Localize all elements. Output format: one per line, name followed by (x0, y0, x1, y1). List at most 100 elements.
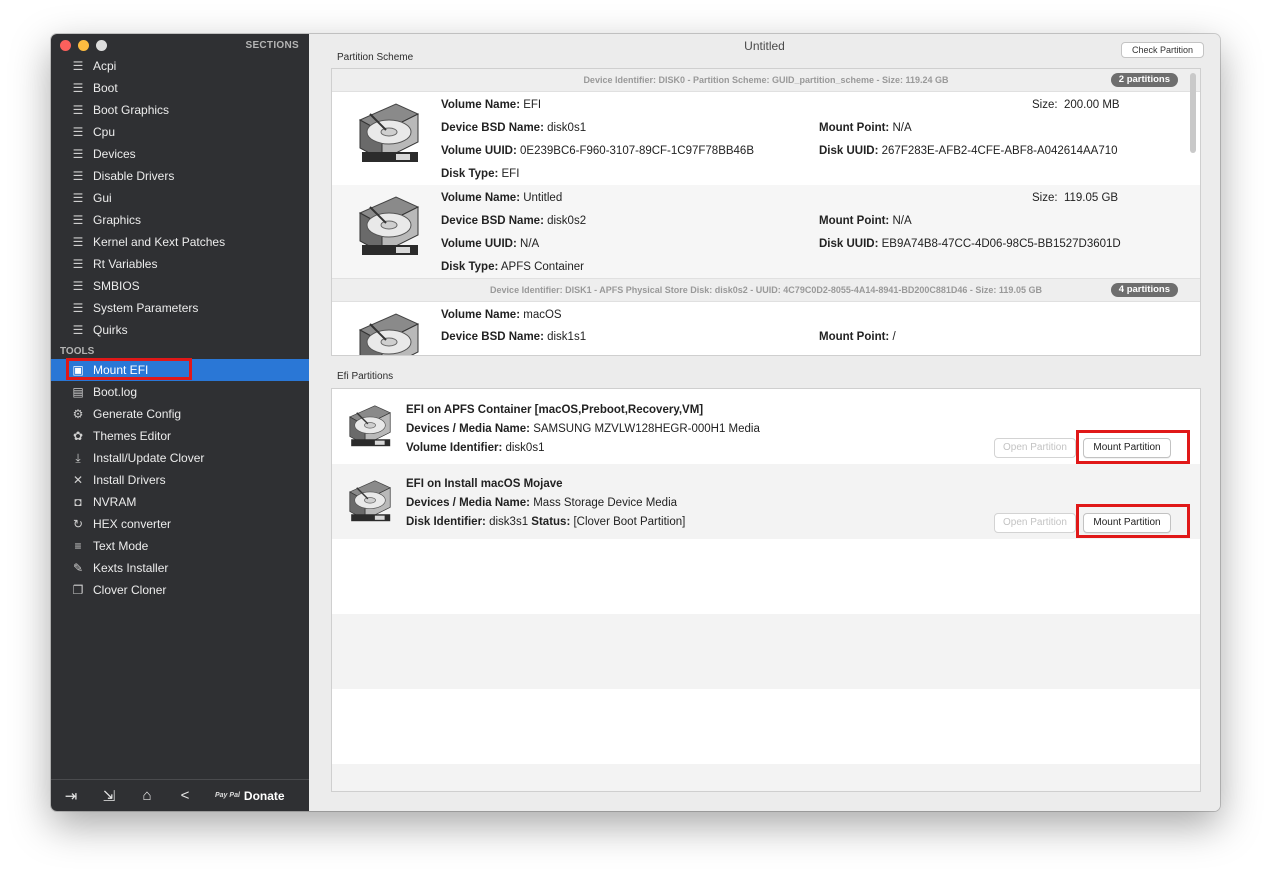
sidebar-item-gui[interactable]: ☰ Gui (51, 187, 309, 209)
sidebar-item-cpu[interactable]: ☰ Cpu (51, 121, 309, 143)
scrollbar[interactable] (1190, 73, 1196, 153)
device-bsd-name: Device BSD Name: disk1s1 (441, 331, 587, 343)
sidebar-item-label: Text Mode (93, 539, 149, 553)
efi-title: EFI on Install macOS Mojave (406, 478, 563, 490)
refresh-icon: ↻ (72, 517, 84, 531)
sidebar-item-boot-graphics[interactable]: ☰ Boot Graphics (51, 99, 309, 121)
volume-name: Volume Name: EFI (441, 99, 542, 111)
sidebar-item-text-mode[interactable]: ≡ Text Mode (51, 535, 309, 557)
check-partition-button[interactable]: Check Partition (1120, 42, 1204, 58)
palette-icon: ✿ (72, 429, 84, 443)
sidebar-item-acpi[interactable]: ☰ Acpi (51, 55, 309, 77)
sidebar-item-label: Install/Update Clover (93, 451, 205, 465)
hard-drive-icon (356, 195, 422, 257)
sidebar-item-kernel-kext-patches[interactable]: ☰ Kernel and Kext Patches (51, 231, 309, 253)
sidebar-item-nvram[interactable]: ◘ NVRAM (51, 491, 309, 513)
hard-drive-icon (356, 102, 422, 164)
sidebar-item-boot[interactable]: ☰ Boot (51, 77, 309, 99)
plugin-icon: ✎ (72, 561, 84, 575)
sidebar-item-smbios[interactable]: ☰ SMBIOS (51, 275, 309, 297)
disk-type: Disk Type: APFS Container (441, 261, 584, 273)
sidebar-item-themes-editor[interactable]: ✿ Themes Editor (51, 425, 309, 447)
sidebar-item-label: Gui (93, 191, 112, 205)
partitions-badge: 4 partitions (1110, 283, 1178, 297)
window-controls (60, 40, 107, 51)
close-window-button[interactable] (60, 40, 71, 51)
sidebar-item-label: Boot Graphics (93, 103, 170, 117)
sidebar-item-generate-config[interactable]: ⚙ Generate Config (51, 403, 309, 425)
list-icon: ☰ (72, 169, 84, 183)
sidebar-item-label: Clover Cloner (93, 583, 167, 597)
sidebar-item-install-drivers[interactable]: ✕ Install Drivers (51, 469, 309, 491)
sidebar-item-boot-log[interactable]: ▤ Boot.log (51, 381, 309, 403)
volume-uuid: Volume UUID: N/A (441, 238, 540, 250)
volume-row[interactable]: Volume Name: Untitled Size: 119.05 GB De… (332, 185, 1200, 278)
efi-partitions-panel: EFI on APFS Container [macOS,Preboot,Rec… (331, 388, 1201, 792)
open-partition-button[interactable]: Open Partition (994, 438, 1076, 458)
efi-partition-row[interactable]: EFI on Install macOS Mojave Devices / Me… (332, 464, 1200, 539)
partition-scheme-panel[interactable]: Device Identifier: DISK0 - Partition Sch… (331, 68, 1201, 356)
sidebar-item-hex-converter[interactable]: ↻ HEX converter (51, 513, 309, 535)
sidebar-item-graphics[interactable]: ☰ Graphics (51, 209, 309, 231)
tools-icon: ✕ (72, 473, 84, 487)
sidebar-item-label: Graphics (93, 213, 142, 227)
empty-row (332, 689, 1200, 764)
log-search-icon: ▤ (72, 385, 84, 399)
volume-name: Volume Name: Untitled (441, 192, 563, 204)
sidebar-list: ☰ Acpi ☰ Boot ☰ Boot Graphics ☰ Cpu ☰ Devices… (51, 55, 309, 601)
mount-point: Mount Point: N/A (819, 215, 912, 227)
sidebar-item-label: Rt Variables (93, 257, 158, 271)
partition-scheme-label: Partition Scheme (337, 52, 414, 63)
list-icon: ☰ (72, 147, 84, 161)
efi-volume-identifier: Volume Identifier: disk0s1 (406, 442, 545, 454)
sidebar-item-disable-drivers[interactable]: ☰ Disable Drivers (51, 165, 309, 187)
sections-title: SECTIONS (245, 40, 299, 51)
import-icon[interactable]: ⇥ (63, 787, 79, 805)
sidebar-item-devices[interactable]: ☰ Devices (51, 143, 309, 165)
volume-row[interactable]: Volume Name: EFI Size: 200.00 MB Device … (332, 92, 1200, 185)
donate-label: Donate (243, 788, 285, 803)
list-icon: ☰ (72, 235, 84, 249)
zoom-window-button[interactable] (96, 40, 107, 51)
efi-title: EFI on APFS Container [macOS,Preboot,Rec… (406, 404, 704, 416)
list-icon: ☰ (72, 323, 84, 337)
hard-drive-icon (347, 404, 393, 448)
device-header-text: Device Identifier: DISK1 - APFS Physical… (490, 285, 1042, 295)
efi-partition-row[interactable]: EFI on APFS Container [macOS,Preboot,Rec… (332, 389, 1200, 464)
sidebar-item-quirks[interactable]: ☰ Quirks (51, 319, 309, 341)
donate-button[interactable]: Pay Pal Donate (215, 789, 285, 803)
home-icon[interactable]: ⌂ (139, 787, 155, 804)
paypal-icon: Pay Pal (215, 792, 240, 799)
sidebar-item-mount-efi[interactable]: ▣ Mount EFI (51, 358, 309, 381)
open-partition-button[interactable]: Open Partition (994, 513, 1076, 533)
highlight-frame (1076, 504, 1190, 538)
sidebar-item-rt-variables[interactable]: ☰ Rt Variables (51, 253, 309, 275)
minimize-window-button[interactable] (78, 40, 89, 51)
share-icon[interactable]: < (177, 787, 193, 804)
hard-drive-icon (347, 479, 393, 523)
device-header-text: Device Identifier: DISK0 - Partition Sch… (583, 75, 949, 85)
mount-point: Mount Point: N/A (819, 122, 912, 134)
device-bsd-name: Device BSD Name: disk0s1 (441, 122, 587, 134)
volume-row[interactable]: Volume Name: macOS Device BSD Name: disk… (332, 302, 1200, 356)
list-icon: ☰ (72, 103, 84, 117)
sidebar-item-install-update-clover[interactable]: ⤓ Install/Update Clover (51, 447, 309, 469)
export-icon[interactable]: ⇲ (101, 787, 117, 805)
sidebar: SECTIONS ☰ Acpi ☰ Boot ☰ Boot Graphics ☰ Cpu… (51, 34, 309, 811)
clone-icon: ❐ (72, 583, 84, 597)
empty-row (332, 539, 1200, 614)
text-lines-icon: ≡ (74, 539, 82, 553)
sidebar-item-system-parameters[interactable]: ☰ System Parameters (51, 297, 309, 319)
gears-icon: ⚙ (72, 407, 84, 421)
sidebar-item-clover-cloner[interactable]: ❐ Clover Cloner (51, 579, 309, 601)
highlight-frame (66, 358, 192, 380)
sidebar-item-label: System Parameters (93, 301, 199, 315)
sidebar-item-label: SMBIOS (93, 279, 140, 293)
mount-point: Mount Point: / (819, 331, 896, 343)
sidebar-item-label: Install Drivers (93, 473, 166, 487)
empty-row (332, 764, 1200, 791)
sidebar-item-kexts-installer[interactable]: ✎ Kexts Installer (51, 557, 309, 579)
volume-size: Size: 119.05 GB (1032, 192, 1119, 204)
efi-disk-identifier: Disk Identifier: disk3s1 Status: [Clover… (406, 516, 686, 528)
efi-partitions-label: Efi Partitions (337, 371, 394, 382)
